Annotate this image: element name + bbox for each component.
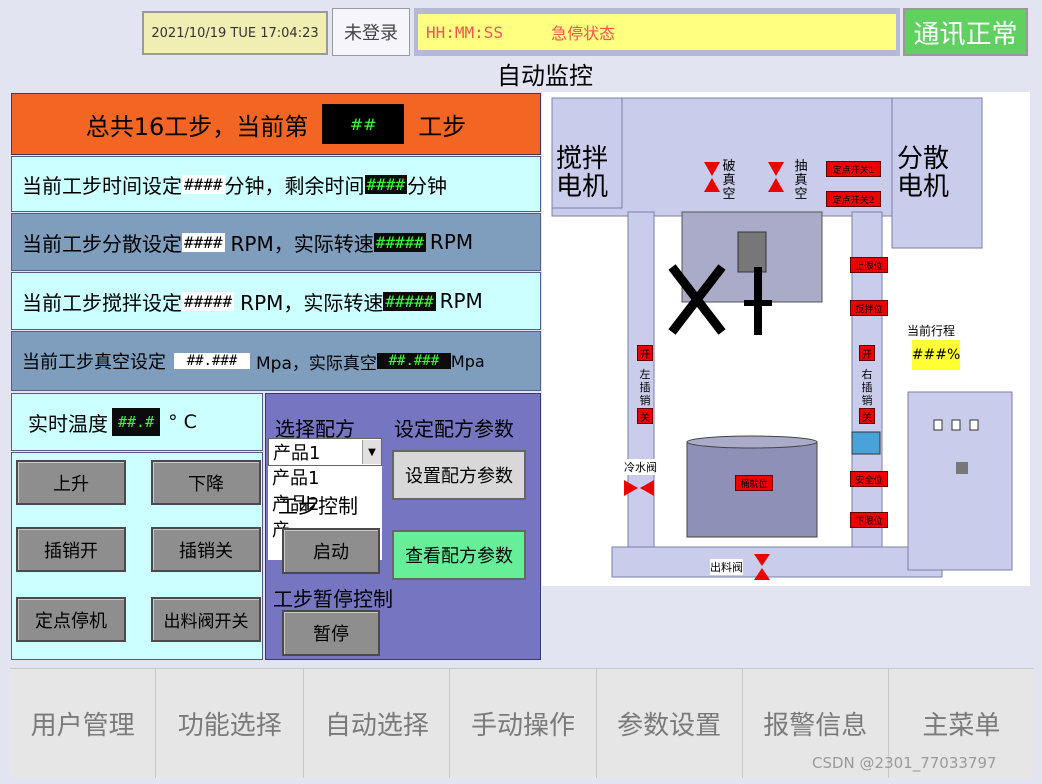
pause-button[interactable]: 暂停 (282, 610, 380, 656)
cooling-valve-label: 冷水阀 (624, 459, 657, 475)
tank-in-position-indicator: 桶就位 (735, 475, 773, 491)
row-mid: 分钟，剩余时间 (224, 173, 365, 198)
left-pin-label: 左 插 销 (639, 368, 651, 407)
disperse-row: 当前工步分散设定 #### RPM，实际转速 ##### RPM (11, 213, 541, 271)
disperse-setting-value: #### (182, 232, 225, 252)
step-banner-prefix: 总共16工步，当前第 (85, 112, 309, 141)
down-button[interactable]: 下降 (151, 460, 261, 505)
step-banner: 总共16工步，当前第 ## 工步 (11, 93, 541, 155)
start-button[interactable]: 启动 (282, 528, 380, 574)
left-pin-open-indicator: 开 (637, 345, 653, 361)
safe-limit-indicator: 安全位 (850, 471, 888, 487)
up-button[interactable]: 上升 (16, 460, 126, 505)
chevron-down-icon[interactable]: ▼ (362, 440, 381, 464)
disperse-motor-label: 分散 电机 (897, 144, 950, 202)
watermark: CSDN @2301_77033797 (812, 754, 997, 772)
current-step-value: ## (322, 104, 405, 144)
row-label: 当前工步时间设定 (22, 173, 182, 198)
row-label: 当前工步搅拌设定 (22, 290, 182, 315)
row-unit: 分钟 (407, 173, 448, 198)
vacuum-setting-value: ##.### (174, 353, 250, 369)
temperature-label: 实时温度 (28, 411, 108, 436)
step-control-label: 工步控制 (278, 494, 358, 518)
datetime-display: 2021/10/19 TUE 17:04:23 (142, 11, 328, 55)
alarm-time: HH:MM:SS (426, 22, 504, 42)
vacuum-row: 当前工步真空设定 ##.### Mpa，实际真空 ##.### Mpa (11, 331, 541, 391)
vacuum-actual-value: ##.### (376, 353, 451, 369)
recipe-select[interactable]: 产品1 ▼ (268, 438, 382, 466)
nav-function-select[interactable]: 功能选择 (156, 669, 305, 778)
set-recipe-params-label: 设定配方参数 (394, 417, 514, 441)
view-recipe-params-button[interactable]: 查看配方参数 (392, 530, 526, 580)
row-label: 当前工步真空设定 (22, 352, 166, 373)
right-pin-close-indicator: 关 (859, 408, 875, 424)
page-title: 自动监控 (497, 61, 593, 90)
lower-limit-indicator: 下限位 (850, 512, 888, 528)
row-mid: Mpa，实际真空 (256, 353, 377, 374)
stir-actual-value: ##### (383, 291, 436, 311)
row-unit: Mpa (450, 351, 485, 371)
travel-value: ###% (912, 340, 960, 370)
stir-setting-value: ##### (182, 291, 235, 311)
disperse-actual-value: ##### (373, 232, 426, 252)
alarm-text: 急停状态 (551, 24, 616, 43)
stir-row: 当前工步搅拌设定 ##### RPM，实际转速 ##### RPM (11, 272, 541, 330)
point-switch-1-indicator: 定点开关1 (826, 161, 881, 177)
row-unit: RPM (439, 289, 483, 313)
recipe-selected-value: 产品1 (273, 443, 321, 464)
row-mid: RPM，实际转速 (240, 290, 384, 315)
break-vacuum-label: 破 真 空 (722, 159, 736, 202)
stir-limit-indicator: 搅拌位 (850, 300, 888, 316)
mixer-motor-label: 搅拌 电机 (556, 144, 609, 202)
temperature-unit: ° C (168, 411, 197, 433)
time-setting-value: #### (182, 174, 225, 194)
alarm-bar: HH:MM:SS 急停状态 (414, 8, 900, 56)
recipe-option[interactable]: 产品1 (272, 466, 382, 492)
pin-close-button[interactable]: 插销关 (151, 527, 261, 572)
discharge-valve-label: 出料阀 (710, 559, 743, 575)
pin-open-button[interactable]: 插销开 (16, 527, 126, 572)
row-mid: RPM，实际转速 (230, 231, 374, 256)
temperature-value: ##.# (112, 408, 161, 436)
row-unit: RPM (429, 230, 474, 254)
login-status-button[interactable]: 未登录 (332, 8, 410, 56)
nav-auto-select[interactable]: 自动选择 (304, 669, 451, 778)
pause-control-label: 工步暂停控制 (273, 587, 393, 611)
step-time-row: 当前工步时间设定 #### 分钟，剩余时间 #### 分钟 (11, 156, 541, 212)
fixed-stop-button[interactable]: 定点停机 (16, 597, 126, 642)
left-pin-close-indicator: 关 (637, 408, 653, 424)
point-switch-2-indicator: 定点开关2 (826, 191, 881, 207)
nav-user-management[interactable]: 用户管理 (10, 669, 157, 778)
travel-label: 当前行程 (907, 324, 956, 338)
set-recipe-params-button[interactable]: 设置配方参数 (392, 450, 526, 500)
nav-parameter-settings[interactable]: 参数设置 (597, 669, 743, 778)
discharge-valve-button[interactable]: 出料阀开关 (151, 597, 261, 642)
temperature-panel: 实时温度 ##.# ° C (11, 393, 263, 451)
right-pin-open-indicator: 开 (859, 345, 875, 361)
nav-manual-operation[interactable]: 手动操作 (450, 669, 597, 778)
upper-limit-indicator: 上限位 (850, 257, 888, 273)
time-remaining-value: #### (364, 174, 408, 194)
pump-vacuum-label: 抽 真 空 (794, 159, 808, 202)
step-banner-suffix: 工步 (418, 112, 467, 141)
comm-status-indicator: 通讯正常 (903, 8, 1028, 56)
row-label: 当前工步分散设定 (22, 231, 182, 256)
right-pin-label: 右 插 销 (861, 368, 873, 407)
